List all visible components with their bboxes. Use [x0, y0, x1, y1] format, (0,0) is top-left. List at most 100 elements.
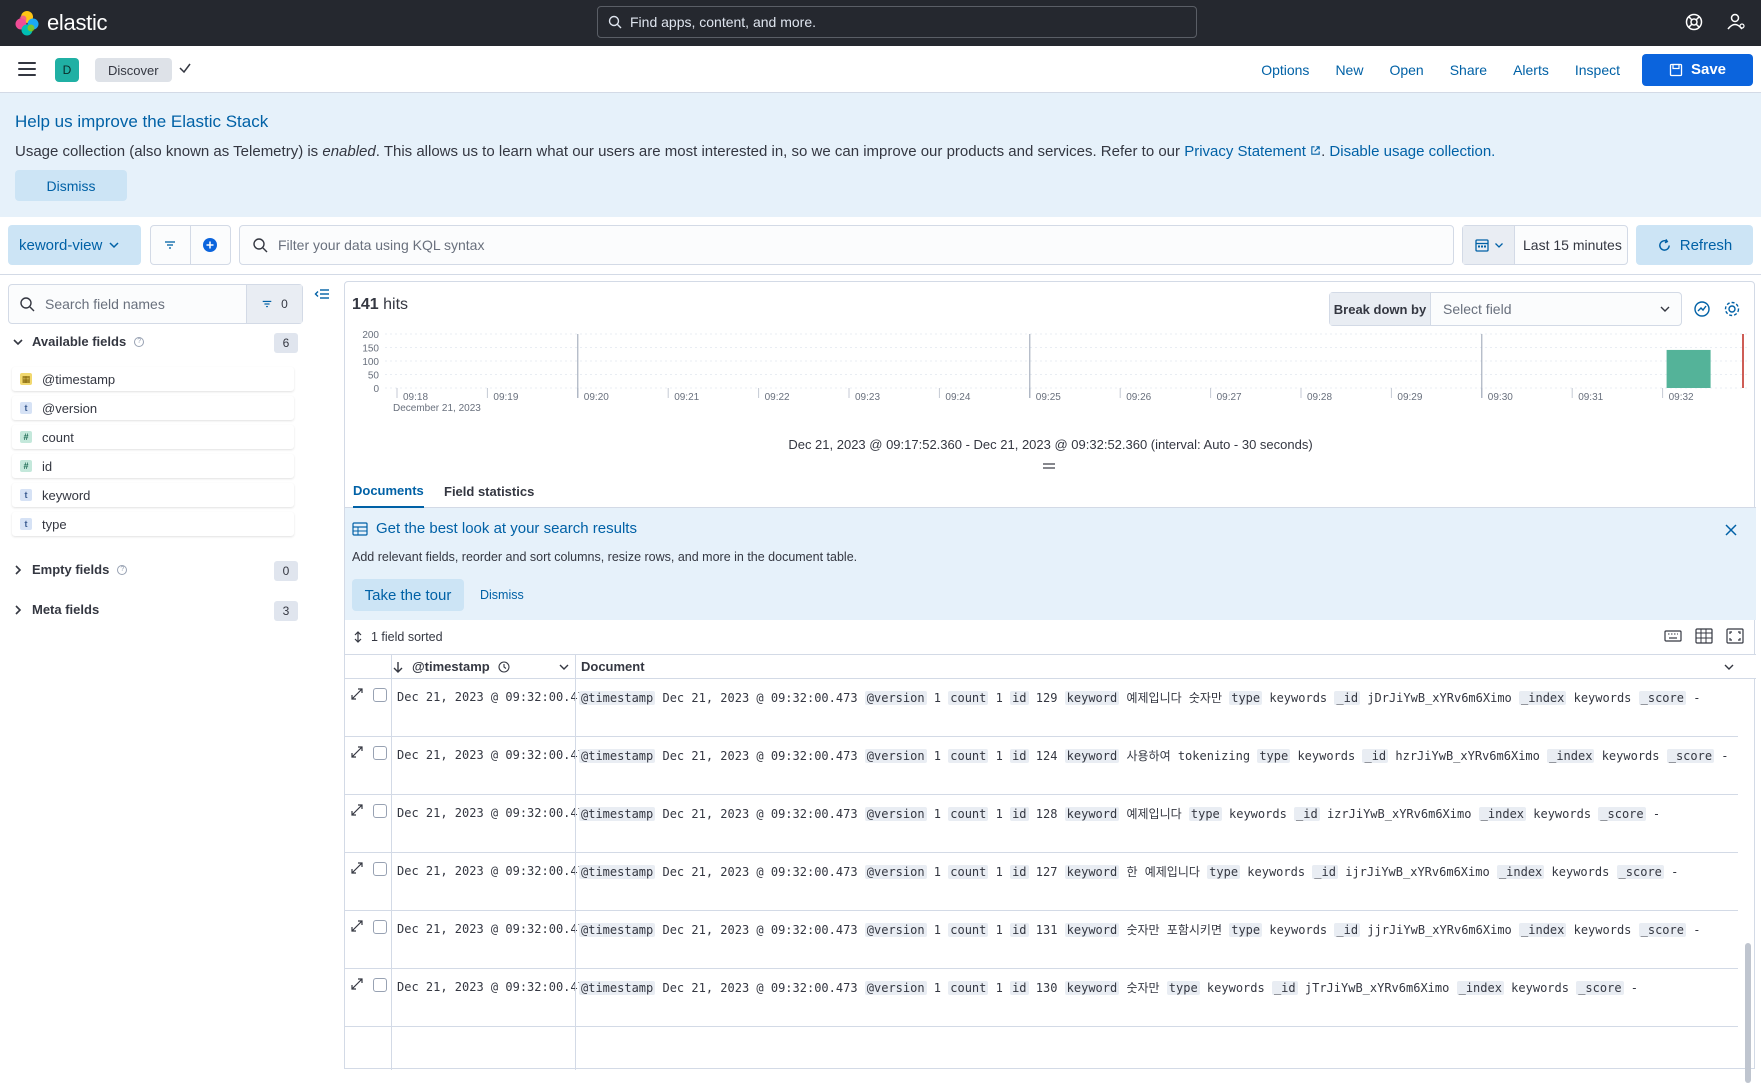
table-row[interactable]: Dec 21, 2023 @ 09:32:00.473 @timestamp De… — [345, 853, 1738, 911]
chevron-down-icon[interactable] — [558, 661, 570, 673]
options-link[interactable]: Options — [1261, 62, 1309, 78]
data-view-picker[interactable]: keword-view — [8, 225, 141, 265]
chart-options-icon[interactable] — [1693, 300, 1711, 318]
doc-field-value: Dec 21, 2023 @ 09:32:00.473 — [655, 807, 865, 821]
chevron-down-icon — [13, 338, 23, 345]
row-checkbox[interactable] — [373, 862, 387, 876]
space-avatar[interactable]: D — [55, 58, 79, 82]
row-checkbox[interactable] — [373, 920, 387, 934]
column-header-timestamp[interactable]: @timestamp — [392, 659, 510, 674]
check-icon — [179, 63, 191, 74]
expand-row-icon[interactable] — [351, 746, 363, 758]
doc-field-value: 129 — [1028, 691, 1065, 705]
expand-row-icon[interactable] — [351, 862, 363, 874]
take-tour-button[interactable]: Take the tour — [352, 579, 464, 611]
doc-field-value: keywords — [1566, 691, 1639, 705]
elastic-logo[interactable]: elastic — [14, 10, 108, 36]
field-item-count[interactable]: # count — [12, 425, 294, 449]
quick-select-button[interactable] — [1463, 226, 1515, 264]
doc-field-value: Dec 21, 2023 @ 09:32:00.473 — [655, 691, 865, 705]
keyboard-icon[interactable] — [1664, 628, 1682, 644]
doc-field-value: 1 — [926, 865, 949, 879]
expand-row-icon[interactable] — [351, 978, 363, 990]
global-search-input[interactable]: Find apps, content, and more. — [597, 6, 1197, 38]
kql-search-input[interactable]: Filter your data using KQL syntax — [239, 225, 1454, 265]
field-item-version[interactable]: t @version — [12, 396, 294, 420]
refresh-button[interactable]: Refresh — [1636, 225, 1753, 265]
close-icon[interactable] — [1725, 524, 1737, 536]
row-checkbox[interactable] — [373, 804, 387, 818]
collapse-sidebar-icon[interactable] — [314, 286, 330, 302]
doc-field-key: @version — [864, 691, 927, 705]
table-toolbar: 1 field sorted — [345, 620, 1756, 654]
field-filter-button[interactable]: 0 — [246, 285, 302, 323]
doc-field-value: 1 — [988, 691, 1011, 705]
alerts-link[interactable]: Alerts — [1513, 62, 1549, 78]
expand-row-icon[interactable] — [351, 688, 363, 700]
table-row[interactable]: Dec 21, 2023 @ 09:32:00.473 @timestamp De… — [345, 795, 1738, 853]
tab-documents[interactable]: Documents — [353, 475, 424, 508]
disable-usage-link[interactable]: Disable usage collection. — [1329, 143, 1495, 160]
expand-row-icon[interactable] — [351, 804, 363, 816]
row-checkbox[interactable] — [373, 978, 387, 992]
doc-field-value: 예제입니다 — [1119, 807, 1189, 821]
share-link[interactable]: Share — [1450, 62, 1487, 78]
column-header-document[interactable]: Document — [581, 659, 645, 674]
table-row[interactable]: Dec 21, 2023 @ 09:32:00.473 @timestamp De… — [345, 737, 1738, 795]
breakdown-field-select[interactable]: Select field — [1431, 301, 1681, 317]
new-link[interactable]: New — [1335, 62, 1363, 78]
meta-fields-header[interactable]: Meta fields — [12, 602, 99, 617]
field-item-type[interactable]: t type — [12, 512, 294, 536]
row-checkbox[interactable] — [373, 746, 387, 760]
expand-row-icon[interactable] — [351, 920, 363, 932]
column-divider — [575, 654, 576, 1070]
doc-field-value: - — [1685, 923, 1701, 937]
empty-fields-header[interactable]: Empty fields ? — [12, 562, 128, 577]
add-filter-button[interactable] — [191, 226, 231, 264]
banner-dismiss-button[interactable]: Dismiss — [15, 170, 127, 201]
time-range-label[interactable]: Last 15 minutes — [1515, 237, 1622, 253]
user-menu-icon[interactable] — [1726, 12, 1746, 32]
date-picker[interactable]: Last 15 minutes — [1462, 225, 1628, 265]
filter-menu-button[interactable] — [151, 226, 191, 264]
filter-icon — [262, 300, 272, 308]
chevron-down-icon[interactable] — [1723, 661, 1735, 673]
row-timestamp: Dec 21, 2023 @ 09:32:00.473 — [397, 806, 593, 820]
doc-field-key: keyword — [1064, 865, 1120, 879]
doc-field-value: 124 — [1028, 749, 1065, 763]
open-link[interactable]: Open — [1389, 62, 1423, 78]
field-item-id[interactable]: # id — [12, 454, 294, 478]
menu-toggle-button[interactable] — [18, 62, 36, 76]
doc-field-key: keyword — [1064, 749, 1120, 763]
sort-indicator[interactable]: 1 field sorted — [353, 630, 443, 644]
doc-field-value: 130 — [1028, 981, 1065, 995]
gear-icon[interactable] — [1723, 300, 1741, 318]
save-button[interactable]: Save — [1642, 53, 1753, 86]
field-search-input[interactable]: Search field names — [9, 296, 246, 312]
available-fields-count: 6 — [274, 333, 298, 353]
doc-field-key: @version — [864, 807, 927, 821]
table-row[interactable]: Dec 21, 2023 @ 09:32:00.473 @timestamp De… — [345, 679, 1738, 737]
breakdown-select[interactable]: Break down by Select field — [1329, 292, 1682, 326]
help-icon[interactable] — [1684, 12, 1704, 32]
tab-field-statistics[interactable]: Field statistics — [444, 475, 534, 508]
row-checkbox[interactable] — [373, 688, 387, 702]
table-row[interactable]: Dec 21, 2023 @ 09:32:00.473 @timestamp De… — [345, 969, 1738, 1027]
field-item-keyword[interactable]: t keyword — [12, 483, 294, 507]
callout-dismiss-link[interactable]: Dismiss — [480, 588, 524, 602]
display-options-icon[interactable] — [1695, 628, 1713, 644]
fullscreen-icon[interactable] — [1726, 628, 1744, 644]
inspect-link[interactable]: Inspect — [1575, 62, 1620, 78]
breadcrumb-discover[interactable]: Discover — [95, 58, 172, 82]
table-scrollbar[interactable] — [1745, 943, 1751, 1083]
field-item-timestamp[interactable]: ▦ @timestamp — [12, 367, 294, 391]
resize-handle-icon[interactable] — [1043, 462, 1055, 470]
info-icon: ? — [117, 564, 128, 575]
doc-field-value: 127 — [1028, 865, 1065, 879]
privacy-statement-link[interactable]: Privacy Statement — [1184, 143, 1321, 160]
doc-field-key: _id — [1334, 691, 1361, 705]
available-fields-header[interactable]: Available fields ? — [12, 334, 145, 349]
table-row[interactable]: Dec 21, 2023 @ 09:32:00.473 @timestamp De… — [345, 911, 1738, 969]
column-timestamp-label: @timestamp — [412, 659, 490, 674]
doc-field-value: 숫자만 — [1119, 981, 1167, 995]
